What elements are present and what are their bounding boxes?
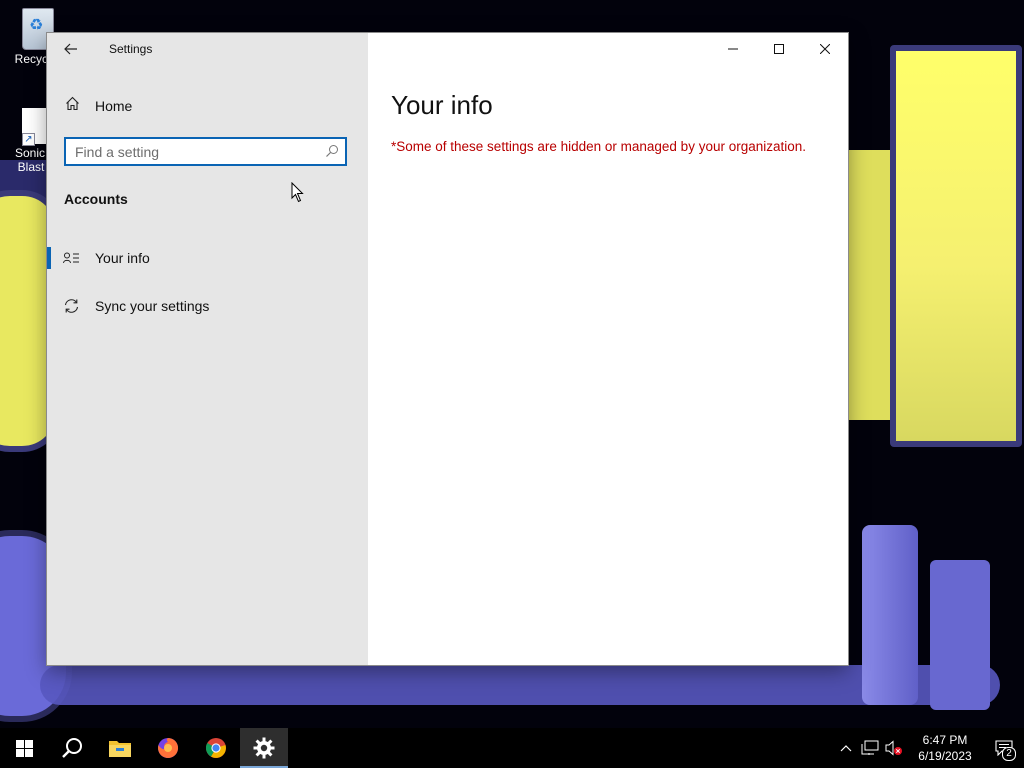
close-icon [820,44,830,54]
volume-muted-icon [885,740,902,756]
selection-indicator [47,247,51,269]
section-title: Accounts [64,191,128,207]
nav-item-sync-settings[interactable]: Sync your settings [47,289,368,323]
shortcut-icon [22,108,48,146]
content-pane: Your info *Some of these settings are hi… [368,33,848,665]
taskbar: 6:47 PM 6/19/2023 2 [0,728,1024,768]
clock-date: 6/19/2023 [918,749,972,763]
nav-item-label: Sync your settings [95,298,210,314]
chevron-up-icon [840,745,852,752]
search-icon [62,738,82,758]
mouse-cursor-icon [291,182,304,203]
sync-icon [63,298,81,314]
navigation-pane: Settings Home Accounts Your info [47,33,368,665]
wallpaper-shape [930,560,990,710]
network-button[interactable] [858,728,882,768]
show-hidden-icons-button[interactable] [834,728,858,768]
contact-info-icon [63,252,81,264]
nav-item-label: Your info [95,250,150,266]
nav-item-your-info[interactable]: Your info [47,241,368,275]
nav-home[interactable]: Home [47,91,368,121]
wallpaper-shape [40,665,1000,705]
taskbar-settings[interactable] [240,728,288,768]
back-arrow-icon [64,43,77,55]
firefox-icon [158,737,179,758]
search-box[interactable] [64,137,347,166]
search-icon[interactable] [325,144,339,163]
taskbar-firefox[interactable] [144,728,192,768]
network-icon [861,740,879,755]
notification-count-badge: 2 [1002,747,1016,761]
caption-buttons [710,33,848,65]
clock-time: 6:47 PM [922,733,968,747]
start-icon [15,739,33,757]
start-button[interactable] [0,728,48,768]
wallpaper-shape [862,525,918,705]
chrome-icon [205,738,226,758]
wallpaper-shape [890,45,1022,447]
system-tray: 6:47 PM 6/19/2023 2 [834,728,1024,768]
taskbar-chrome[interactable] [192,728,240,768]
taskbar-search-button[interactable] [48,728,96,768]
nav-home-label: Home [95,98,133,114]
window-title: Settings [109,42,153,56]
minimize-button[interactable] [710,33,756,65]
action-center-button[interactable]: 2 [984,728,1024,768]
settings-window: Settings Home Accounts Your info [47,33,848,665]
search-input[interactable] [75,139,315,164]
page-title: Your info [391,90,493,120]
home-icon [65,96,81,116]
close-button[interactable] [802,33,848,65]
minimize-icon [728,48,738,50]
maximize-icon [774,44,784,54]
managed-notice: *Some of these settings are hidden or ma… [391,139,807,154]
clock[interactable]: 6:47 PM 6/19/2023 [906,732,984,764]
maximize-button[interactable] [756,33,802,65]
back-button[interactable] [59,39,83,59]
volume-button[interactable] [882,728,906,768]
file-explorer-icon [109,741,131,757]
settings-icon [253,737,275,759]
taskbar-file-explorer[interactable] [96,728,144,768]
